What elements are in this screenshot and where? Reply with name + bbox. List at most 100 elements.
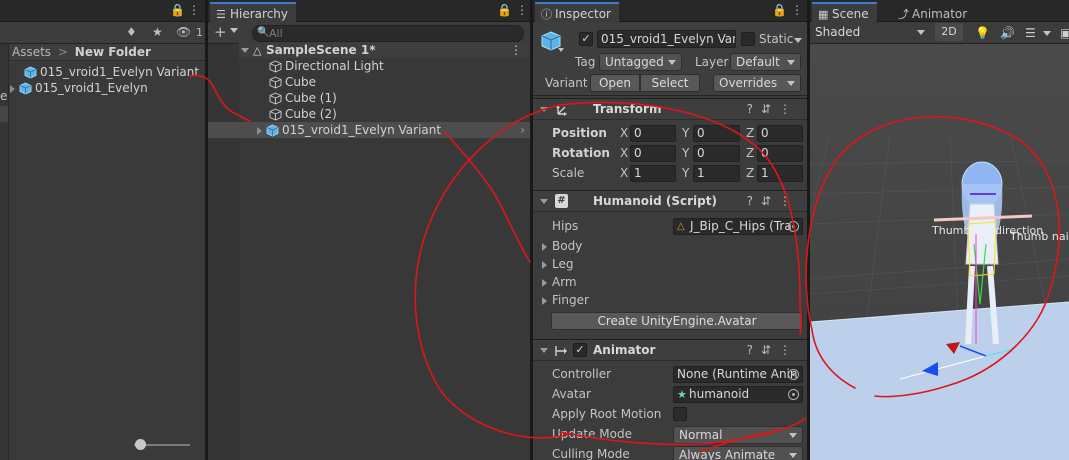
preset-icon[interactable]: ⇵ xyxy=(761,102,779,116)
hierarchy-item[interactable]: Cube (1) xyxy=(239,90,530,106)
expand-arrow-icon[interactable] xyxy=(257,126,262,135)
lock-icon[interactable]: 🔒 xyxy=(497,3,512,17)
hierarchy-item[interactable]: Directional Light xyxy=(239,58,530,74)
lock-icon[interactable]: 🔒 xyxy=(170,3,185,17)
component-more-icon[interactable]: ⋮ xyxy=(779,102,799,116)
expand-arrow-icon[interactable] xyxy=(10,84,15,93)
add-dropdown-icon[interactable] xyxy=(230,28,238,33)
scene-header-row[interactable]: △ SampleScene 1* ⋮ xyxy=(239,42,530,58)
breadcrumb-root[interactable]: Assets xyxy=(12,45,51,59)
more-icon[interactable]: ⋮ xyxy=(188,3,200,17)
object-picker-icon[interactable] xyxy=(788,369,799,380)
axis-y-label[interactable]: Y xyxy=(682,126,689,140)
axis-z-label[interactable]: Z xyxy=(746,146,754,160)
effects-layers-icon[interactable]: ☰ xyxy=(1025,26,1036,40)
leg-foldout[interactable]: Leg xyxy=(552,257,573,271)
fold-arrow-icon[interactable] xyxy=(542,261,547,269)
select-button[interactable]: Select xyxy=(640,74,700,92)
hips-object-field[interactable]: △ J_Bip_C_Hips (Tra xyxy=(673,218,803,235)
hierarchy-item[interactable]: Cube (2) xyxy=(239,106,530,122)
help-icon[interactable]: ? xyxy=(747,194,761,208)
lighting-bulb-icon[interactable]: 💡 xyxy=(975,26,990,40)
help-icon[interactable]: ? xyxy=(747,102,761,116)
tab-hierarchy[interactable]: ☰ Hierarchy xyxy=(210,2,297,22)
position-label[interactable]: Position xyxy=(552,126,607,140)
more-icon[interactable]: ⋮ xyxy=(791,3,803,17)
axis-y-label[interactable]: Y xyxy=(682,146,689,160)
finger-foldout[interactable]: Finger xyxy=(552,293,589,307)
hidden-eye-icon[interactable]: 👁 xyxy=(176,25,191,39)
scene-viewport[interactable]: Thumb direction Thumb nai xyxy=(810,44,1069,460)
fold-arrow-icon[interactable] xyxy=(542,243,547,251)
favorite-star-icon[interactable]: ★ xyxy=(152,25,163,39)
preset-icon[interactable]: ⇵ xyxy=(761,343,779,357)
help-icon[interactable]: ? xyxy=(747,343,761,357)
breadcrumb-current[interactable]: New Folder xyxy=(75,45,151,59)
fold-arrow-icon[interactable] xyxy=(542,297,547,305)
tab-animator[interactable]: ⤴ Animator xyxy=(892,2,975,22)
tag-dropdown[interactable]: Untagged xyxy=(599,53,682,71)
axis-x-label[interactable]: X xyxy=(620,146,628,160)
overrides-dropdown[interactable]: Overrides xyxy=(713,74,801,92)
animator-enabled-checkbox[interactable]: ✓ xyxy=(573,343,587,357)
scale-z-field[interactable]: 1 xyxy=(757,165,803,182)
layer-dropdown[interactable]: Default xyxy=(730,53,801,71)
hierarchy-item-selected[interactable]: 015_vroid1_Evelyn Variant › xyxy=(208,122,530,138)
audio-speaker-icon[interactable]: 🔊 xyxy=(1000,26,1015,40)
object-name-field[interactable]: 015_vroid1_Evelyn Var xyxy=(597,30,736,48)
hierarchy-search-input[interactable]: 🔍 All xyxy=(252,25,524,42)
scale-y-field[interactable]: 1 xyxy=(693,165,740,182)
controller-object-field[interactable]: None (Runtime Anin xyxy=(673,366,803,383)
toggle-2d-button[interactable]: 2D xyxy=(935,23,963,41)
fold-arrow-icon[interactable] xyxy=(542,279,547,287)
axis-x-label[interactable]: X xyxy=(620,166,628,180)
axis-x-label[interactable]: X xyxy=(620,126,628,140)
static-checkbox[interactable] xyxy=(741,32,755,46)
tab-scene[interactable]: ▦ Scene xyxy=(812,2,877,22)
icon-dropdown-icon[interactable] xyxy=(558,48,564,52)
rotation-z-field[interactable]: 0 xyxy=(757,145,803,162)
more-icon[interactable]: ⋮ xyxy=(516,3,528,17)
open-button[interactable]: Open xyxy=(590,74,640,92)
component-more-icon[interactable]: ⋮ xyxy=(779,194,799,208)
animator-header[interactable]: ✓ Animator ?⇵⋮ xyxy=(533,339,807,361)
object-picker-icon[interactable] xyxy=(788,221,799,232)
chevron-right-icon[interactable]: › xyxy=(520,122,525,138)
label-filter-icon[interactable]: ♦ xyxy=(126,25,137,39)
scene-more-icon[interactable]: ⋮ xyxy=(510,42,522,58)
asset-item-model[interactable]: 015_vroid1_Evelyn xyxy=(10,80,148,96)
collapse-arrow-icon[interactable] xyxy=(241,48,249,53)
rotation-label[interactable]: Rotation xyxy=(552,146,610,160)
humanoid-header[interactable]: # Humanoid (Script) ?⇵⋮ xyxy=(533,190,807,212)
static-dropdown-icon[interactable] xyxy=(794,38,802,43)
body-foldout[interactable]: Body xyxy=(552,239,582,253)
asset-item-variant[interactable]: 015_vroid1_Evelyn Variant xyxy=(24,64,199,80)
rotation-x-field[interactable]: 0 xyxy=(630,145,676,162)
hidden-objects-icon[interactable]: ▣ xyxy=(1060,26,1069,40)
axis-z-label[interactable]: Z xyxy=(746,166,754,180)
add-button[interactable]: + xyxy=(214,23,227,41)
position-y-field[interactable]: 0 xyxy=(693,125,740,142)
scale-label[interactable]: Scale xyxy=(552,166,584,180)
hierarchy-item[interactable]: Cube xyxy=(239,74,530,90)
scale-x-field[interactable]: 1 xyxy=(630,165,676,182)
lock-icon[interactable]: 🔒 xyxy=(772,3,787,17)
arm-foldout[interactable]: Arm xyxy=(552,275,577,289)
shading-mode-dropdown[interactable]: Shaded xyxy=(810,24,930,42)
icon-size-slider-handle[interactable] xyxy=(135,439,146,450)
culling-mode-dropdown[interactable]: Always Animate xyxy=(673,446,803,460)
apply-root-motion-checkbox[interactable] xyxy=(673,407,687,421)
effects-dropdown-icon[interactable] xyxy=(1043,31,1051,36)
preset-icon[interactable]: ⇵ xyxy=(761,194,779,208)
create-avatar-button[interactable]: Create UnityEngine.Avatar xyxy=(551,312,803,330)
fold-arrow-icon[interactable] xyxy=(540,348,548,353)
transform-header[interactable]: Transform ?⇵⋮ xyxy=(533,98,807,120)
tab-inspector[interactable]: ⓘ Inspector xyxy=(535,2,619,22)
fold-arrow-icon[interactable] xyxy=(540,199,548,204)
avatar-object-field[interactable]: ★ humanoid xyxy=(673,386,803,403)
fold-arrow-icon[interactable] xyxy=(540,107,548,112)
axis-z-label[interactable]: Z xyxy=(746,126,754,140)
object-picker-icon[interactable] xyxy=(788,389,799,400)
rotation-y-field[interactable]: 0 xyxy=(693,145,740,162)
active-checkbox[interactable]: ✓ xyxy=(579,32,593,46)
